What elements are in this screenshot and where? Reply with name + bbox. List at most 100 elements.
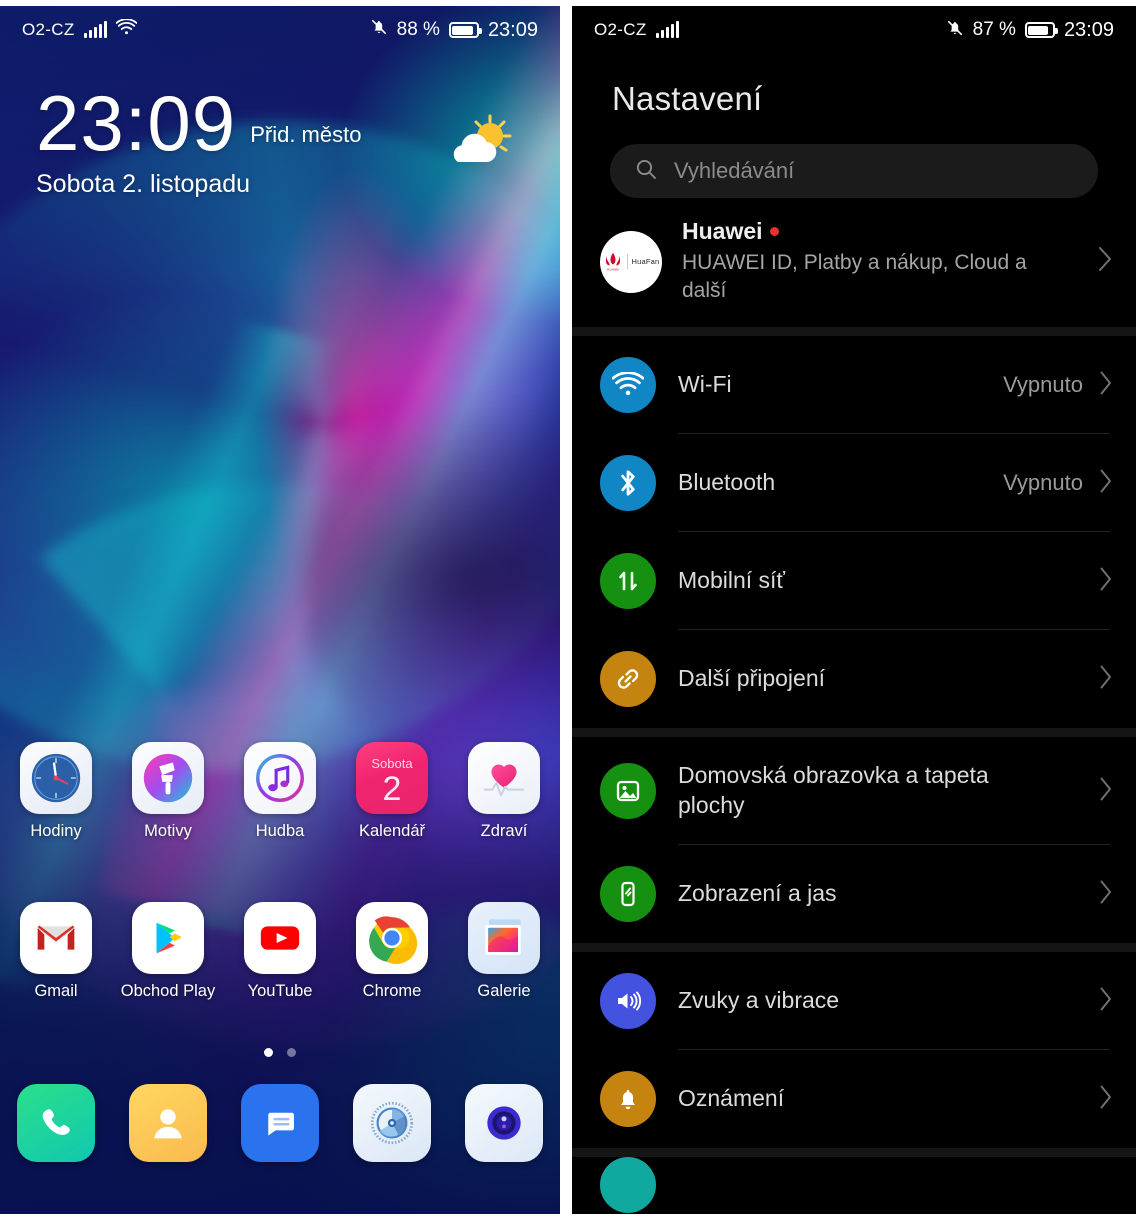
settings-row-mobilni-sit[interactable]: Mobilní síť: [572, 532, 1136, 631]
signal-bars-icon: [655, 21, 679, 38]
app-galerie[interactable]: Galerie: [454, 902, 554, 1001]
status-clock: 23:09: [1063, 18, 1114, 41]
music-note-icon[interactable]: [244, 742, 316, 814]
camera-lens-icon[interactable]: [465, 1084, 543, 1162]
app-grid-row-1: Hodiny Motivy Hudba Sobota 2 Kalendář Zd…: [0, 742, 560, 841]
search-placeholder: Vyhledávání: [674, 158, 795, 183]
chevron-right-icon: [1099, 776, 1114, 807]
clock-city[interactable]: Přid. město: [250, 122, 361, 158]
account-row-huawei[interactable]: HUAWEI HuaFan Huawei HUAWEI ID, Platby a…: [572, 198, 1136, 327]
app-label: Kalendář: [358, 822, 426, 840]
settings-row-zobrazeni-a-jas[interactable]: Zobrazení a jas: [572, 845, 1136, 943]
partial-teal-icon: [600, 1157, 656, 1214]
settings-row-dalsi-pripojeni[interactable]: Další připojení: [572, 630, 1136, 728]
app-gmail[interactable]: Gmail: [6, 902, 106, 1001]
app-youtube[interactable]: YouTube: [230, 902, 330, 1001]
carrier-label: O2-CZ: [594, 20, 647, 39]
youtube-icon[interactable]: [244, 902, 316, 974]
phone-handset-icon[interactable]: [17, 1084, 95, 1162]
dock-nastaveni[interactable]: Nastavení: [342, 1084, 442, 1162]
contacts-person-icon[interactable]: [129, 1084, 207, 1162]
picture-icon: [600, 763, 656, 820]
settings-row-domovska-obrazovka[interactable]: Domovská obrazovka a tapeta plochy: [572, 737, 1136, 846]
app-obchod-play[interactable]: Obchod Play: [118, 902, 218, 1001]
carrier-label: O2-CZ: [22, 20, 75, 39]
home-clock-widget[interactable]: 23:09 Přid. město Sobota 2. listopadu: [36, 79, 361, 199]
settings-row-bluetooth[interactable]: Bluetooth Vypnuto: [572, 434, 1136, 533]
app-chrome[interactable]: Chrome: [342, 902, 442, 1001]
sun-behind-cloud-icon[interactable]: [444, 114, 512, 176]
bell-slash-icon: [370, 17, 388, 43]
app-label: YouTube: [247, 982, 313, 1000]
calendar-icon[interactable]: Sobota 2: [356, 742, 428, 814]
settings-row-wifi[interactable]: Wi-Fi Vypnuto: [572, 336, 1136, 435]
search-icon: [634, 157, 658, 186]
avatar-brand-text: HuaFan: [631, 257, 660, 267]
row-label: Wi-Fi: [678, 371, 732, 398]
wifi-icon: [115, 18, 137, 41]
themes-paintbrush-icon[interactable]: [132, 742, 204, 814]
app-label: Gmail: [34, 982, 78, 1000]
battery-icon: [448, 22, 482, 38]
dock-fotoaparat[interactable]: Fotoaparát: [454, 1084, 554, 1162]
huawei-logo-icon: HUAWEI: [605, 252, 620, 271]
dock-kontakty[interactable]: Kontakty: [118, 1084, 218, 1162]
chevron-right-icon: [1099, 566, 1114, 597]
chrome-icon[interactable]: [356, 902, 428, 974]
row-label: Bluetooth: [678, 469, 776, 496]
app-hudba[interactable]: Hudba: [230, 742, 330, 841]
health-heart-icon[interactable]: [468, 742, 540, 814]
battery-percent-label: 87 %: [972, 19, 1016, 40]
chevron-right-icon: [1099, 879, 1114, 910]
app-zdravi[interactable]: Zdraví: [454, 742, 554, 841]
gallery-icon[interactable]: [468, 902, 540, 974]
messages-bubble-icon[interactable]: [241, 1084, 319, 1162]
svg-text:HUAWEI: HUAWEI: [606, 267, 618, 271]
section-separator: [572, 728, 1136, 738]
clock-date: Sobota 2. listopadu: [36, 170, 251, 199]
app-hodiny[interactable]: Hodiny: [6, 742, 106, 841]
google-play-icon[interactable]: [132, 902, 204, 974]
settings-row-partial[interactable]: [572, 1157, 1136, 1214]
bell-icon: [600, 1071, 656, 1128]
app-motivy[interactable]: Motivy: [118, 742, 218, 841]
app-label: Motivy: [144, 822, 192, 840]
section-separator: [572, 1148, 1136, 1158]
row-label: Mobilní síť: [678, 567, 786, 594]
app-label: Hudba: [255, 822, 305, 840]
chevron-right-icon: [1099, 986, 1114, 1017]
page-dot-active[interactable]: [264, 1048, 273, 1057]
dock-zpravy[interactable]: Zprávy: [230, 1084, 330, 1162]
page-dot[interactable]: [287, 1048, 296, 1057]
search-input[interactable]: Vyhledávání: [610, 144, 1098, 198]
row-label: Zobrazení a jas: [678, 880, 837, 907]
account-subtitle: HUAWEI ID, Platby a nákup, Cloud a další: [682, 251, 1027, 303]
gmail-icon[interactable]: [20, 902, 92, 974]
chevron-right-icon: [1097, 245, 1114, 278]
clock-time: 23:09: [36, 79, 237, 167]
chevron-right-icon: [1099, 370, 1114, 401]
row-value: Vypnuto: [1003, 470, 1083, 496]
page-title: Nastavení: [612, 80, 763, 117]
link-chain-icon: [600, 651, 656, 708]
clock-app-icon[interactable]: [20, 742, 92, 814]
settings-group-partial: [572, 1157, 1136, 1214]
dock-telefon[interactable]: Telefon: [6, 1084, 106, 1162]
app-kalendar[interactable]: Sobota 2 Kalendář: [342, 742, 442, 841]
avatar: HUAWEI HuaFan: [600, 230, 662, 293]
page-indicator[interactable]: [0, 1048, 560, 1057]
app-label: Obchod Play: [120, 982, 216, 1000]
app-label: Chrome: [362, 982, 422, 1000]
settings-row-oznameni[interactable]: Oznámení: [572, 1050, 1136, 1148]
settings-group-connectivity: Wi-Fi Vypnuto Bluetooth Vypnuto Mobilní …: [572, 336, 1136, 729]
brightness-phone-icon: [600, 866, 656, 923]
battery-percent-label: 88 %: [396, 19, 440, 40]
chevron-right-icon: [1099, 468, 1114, 499]
settings-row-zvuky-a-vibrace[interactable]: Zvuky a vibrace: [572, 952, 1136, 1051]
data-arrows-icon: [600, 553, 656, 610]
unread-dot-badge: [769, 227, 779, 236]
section-separator: [572, 943, 1136, 953]
bell-slash-icon: [946, 18, 964, 43]
app-grid-row-2: Gmail Obchod Play YouTube Chrome Galerie: [0, 902, 560, 1001]
settings-gear-icon[interactable]: [353, 1084, 431, 1162]
